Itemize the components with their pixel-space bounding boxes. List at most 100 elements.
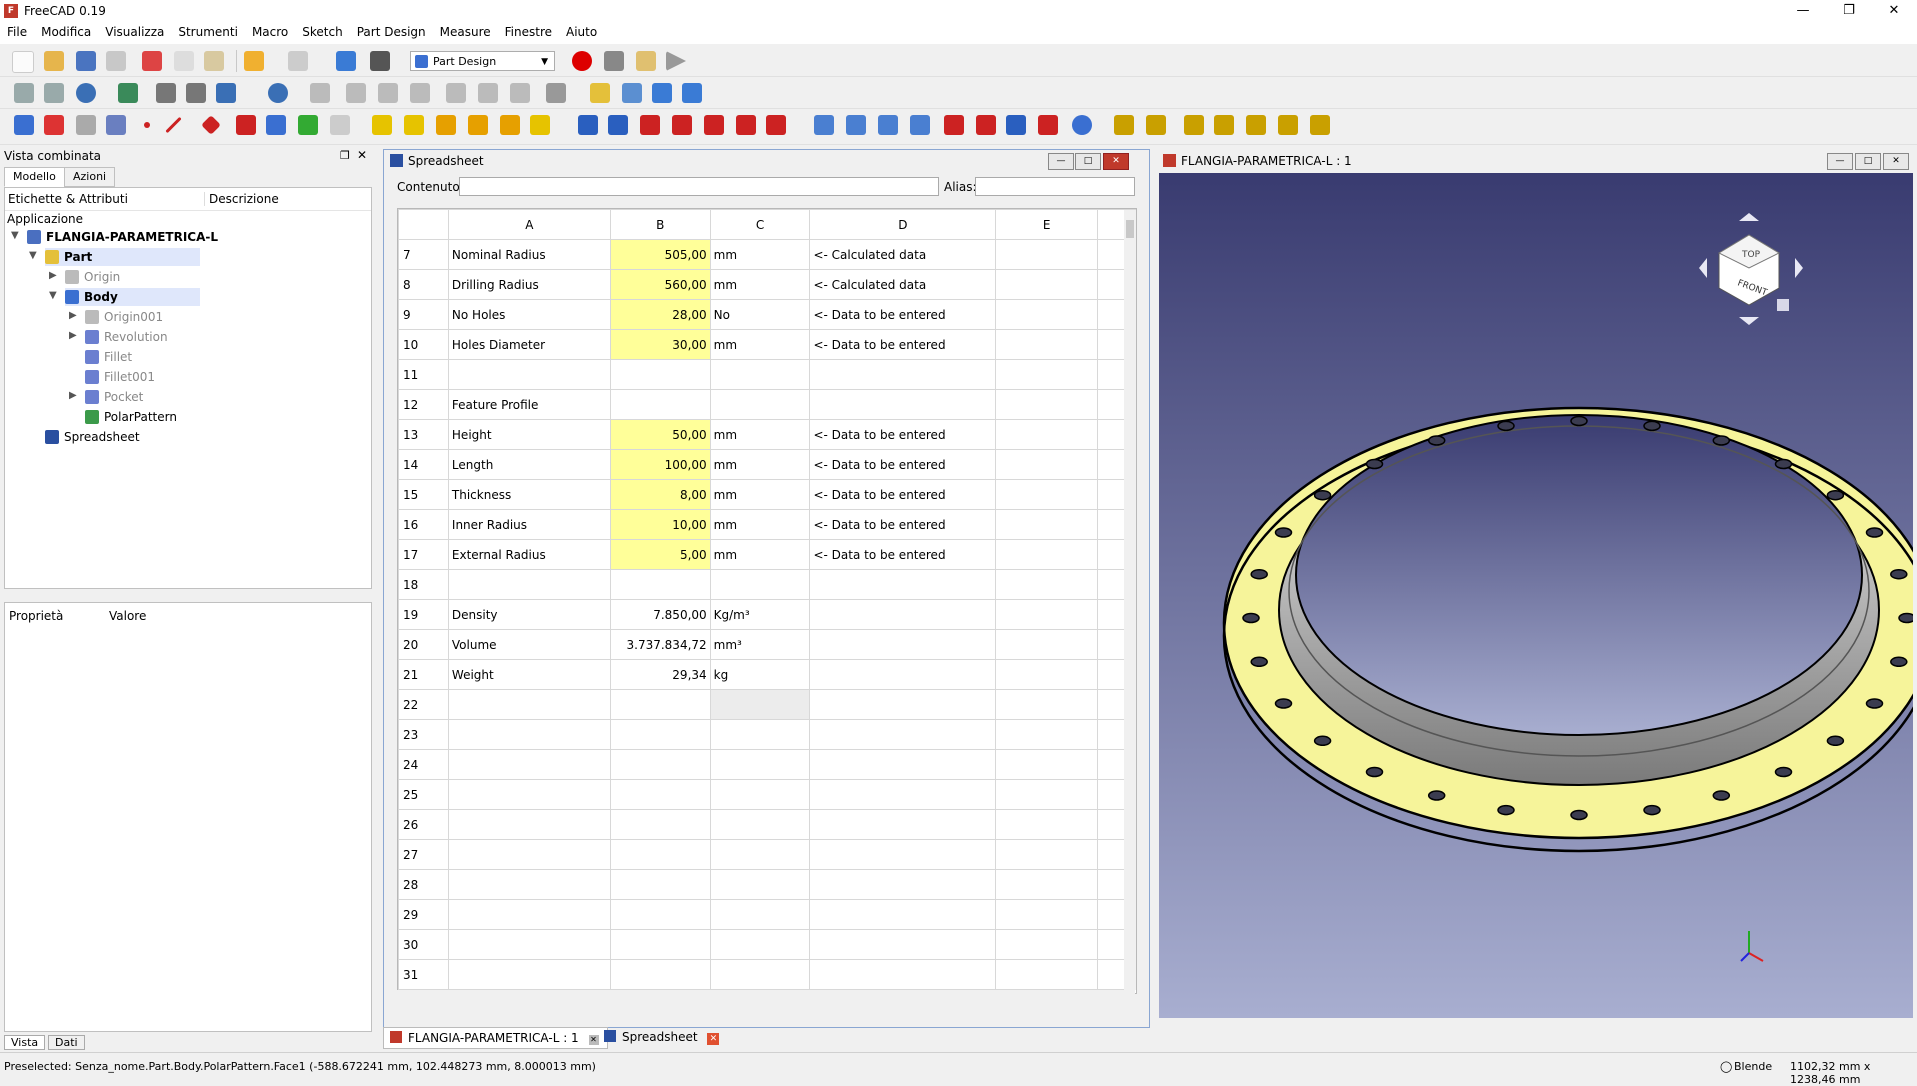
pipe-icon[interactable] <box>468 115 488 135</box>
cell-e[interactable] <box>995 389 1099 420</box>
cell-d[interactable] <box>809 809 997 840</box>
cell-e[interactable] <box>995 419 1099 450</box>
run-macro-icon[interactable] <box>666 51 686 71</box>
zoom-icon[interactable] <box>268 83 288 103</box>
cell-d[interactable]: <- Data to be entered <box>809 299 997 330</box>
left-view-icon[interactable] <box>510 83 530 103</box>
cell-d[interactable] <box>809 869 997 900</box>
cell-b[interactable] <box>609 899 711 930</box>
cell-b[interactable]: 7.850,00 <box>609 599 711 630</box>
workbench-select[interactable]: Part Design ▼ <box>410 51 555 71</box>
cell-b[interactable]: 29,34 <box>609 659 711 690</box>
cell-d[interactable]: <- Data to be entered <box>809 539 997 570</box>
maximize-button[interactable]: □ <box>1075 153 1101 170</box>
cell-a[interactable]: Nominal Radius <box>447 239 611 270</box>
cell-e[interactable] <box>995 269 1099 300</box>
cell-c[interactable]: mm <box>709 479 811 510</box>
menu-visualizza[interactable]: Visualizza <box>98 22 171 39</box>
tree-header-labels[interactable]: Etichette & Attributi <box>8 192 128 206</box>
cell-b[interactable]: 10,00 <box>609 509 711 540</box>
linear-pattern-icon[interactable] <box>846 115 866 135</box>
cell-b[interactable] <box>609 779 711 810</box>
create-sketch-icon[interactable] <box>44 115 64 135</box>
front-view-icon[interactable] <box>346 83 366 103</box>
cell-d[interactable] <box>809 929 997 960</box>
pad-icon[interactable] <box>372 115 392 135</box>
additive-primitive-icon[interactable] <box>530 115 550 135</box>
cell-a[interactable] <box>447 869 611 900</box>
tree-item-origin[interactable]: Origin <box>65 268 120 286</box>
cell-c[interactable] <box>709 959 811 990</box>
validate-sketch-icon[interactable] <box>76 115 96 135</box>
corner-cell[interactable] <box>398 209 449 240</box>
content-input[interactable] <box>459 177 939 196</box>
measure-angular-icon[interactable] <box>1146 115 1166 135</box>
sub-shape-binder-icon[interactable] <box>266 115 286 135</box>
cell-c[interactable] <box>709 809 811 840</box>
cell-e[interactable] <box>995 929 1099 960</box>
chevron-down-icon[interactable]: ▼ <box>29 250 37 261</box>
clone-icon[interactable] <box>298 115 318 135</box>
cell-c[interactable] <box>709 719 811 750</box>
prop-header-value[interactable]: Valore <box>109 609 146 623</box>
cell-b[interactable] <box>609 839 711 870</box>
boolean-icon[interactable] <box>1072 115 1092 135</box>
chevron-right-icon[interactable]: ▶ <box>69 330 77 341</box>
tab-azioni[interactable]: Azioni <box>64 167 116 187</box>
cell-a[interactable]: Feature Profile <box>447 389 611 420</box>
multi-transform-icon[interactable] <box>910 115 930 135</box>
measure-linear-icon[interactable] <box>1114 115 1134 135</box>
tree-item-pocket[interactable]: Pocket <box>85 388 143 406</box>
cell-b[interactable] <box>609 929 711 960</box>
cell-d[interactable]: <- Data to be entered <box>809 449 997 480</box>
cell-c[interactable]: mm <box>709 419 811 450</box>
menu-sketch[interactable]: Sketch <box>295 22 349 39</box>
cell-a[interactable]: Volume <box>447 629 611 660</box>
sync-view-icon[interactable] <box>216 83 236 103</box>
tree-item-origin001[interactable]: Origin001 <box>85 308 163 326</box>
navigation-style[interactable]: Blende <box>1734 1060 1772 1073</box>
cell-e[interactable] <box>995 509 1099 540</box>
cell-e[interactable] <box>995 629 1099 660</box>
cell-b[interactable] <box>609 959 711 990</box>
paste-icon[interactable] <box>204 51 224 71</box>
revolution-icon[interactable] <box>404 115 424 135</box>
cell-d[interactable]: <- Calculated data <box>809 239 997 270</box>
cell-c[interactable] <box>709 869 811 900</box>
minimize-button[interactable]: — <box>1827 153 1853 170</box>
tab-vista[interactable]: Vista <box>4 1035 46 1050</box>
loft-icon[interactable] <box>436 115 456 135</box>
back-arrow-icon[interactable] <box>156 83 176 103</box>
isometric-view-icon[interactable] <box>310 83 330 103</box>
measure-toggle-3d-icon[interactable] <box>1278 115 1298 135</box>
cell-e[interactable] <box>995 449 1099 480</box>
tree-item-fillet[interactable]: Fillet <box>85 348 132 366</box>
tree-header-description[interactable]: Descrizione <box>204 192 279 206</box>
cell-a[interactable]: Drilling Radius <box>447 269 611 300</box>
row-header[interactable]: 17 <box>398 539 449 570</box>
cell-a[interactable]: Thickness <box>447 479 611 510</box>
make-link-icon[interactable] <box>652 83 672 103</box>
tree-item-fillet001[interactable]: Fillet001 <box>85 368 155 386</box>
bottom-view-icon[interactable] <box>478 83 498 103</box>
create-part-icon[interactable] <box>590 83 610 103</box>
row-header[interactable]: 16 <box>398 509 449 540</box>
cell-e[interactable] <box>995 659 1099 690</box>
local-coordinate-icon[interactable] <box>236 115 256 135</box>
horizontal-scrollbar[interactable] <box>397 990 1135 1004</box>
menu-measure[interactable]: Measure <box>433 22 498 39</box>
cell-e[interactable] <box>995 719 1099 750</box>
cell-e[interactable] <box>995 749 1099 780</box>
measure-toggle-delta-icon[interactable] <box>1310 115 1330 135</box>
cell-d[interactable]: <- Data to be entered <box>809 419 997 450</box>
edit-macro-icon[interactable] <box>636 51 656 71</box>
cell-d[interactable]: <- Data to be entered <box>809 509 997 540</box>
polar-pattern-icon[interactable] <box>878 115 898 135</box>
row-header[interactable]: 29 <box>398 899 449 930</box>
cell-d[interactable] <box>809 689 997 720</box>
redo-icon[interactable] <box>288 51 308 71</box>
cell-d[interactable] <box>809 899 997 930</box>
row-header[interactable]: 30 <box>398 929 449 960</box>
column-header[interactable]: C <box>709 209 811 240</box>
pocket-icon[interactable] <box>578 115 598 135</box>
